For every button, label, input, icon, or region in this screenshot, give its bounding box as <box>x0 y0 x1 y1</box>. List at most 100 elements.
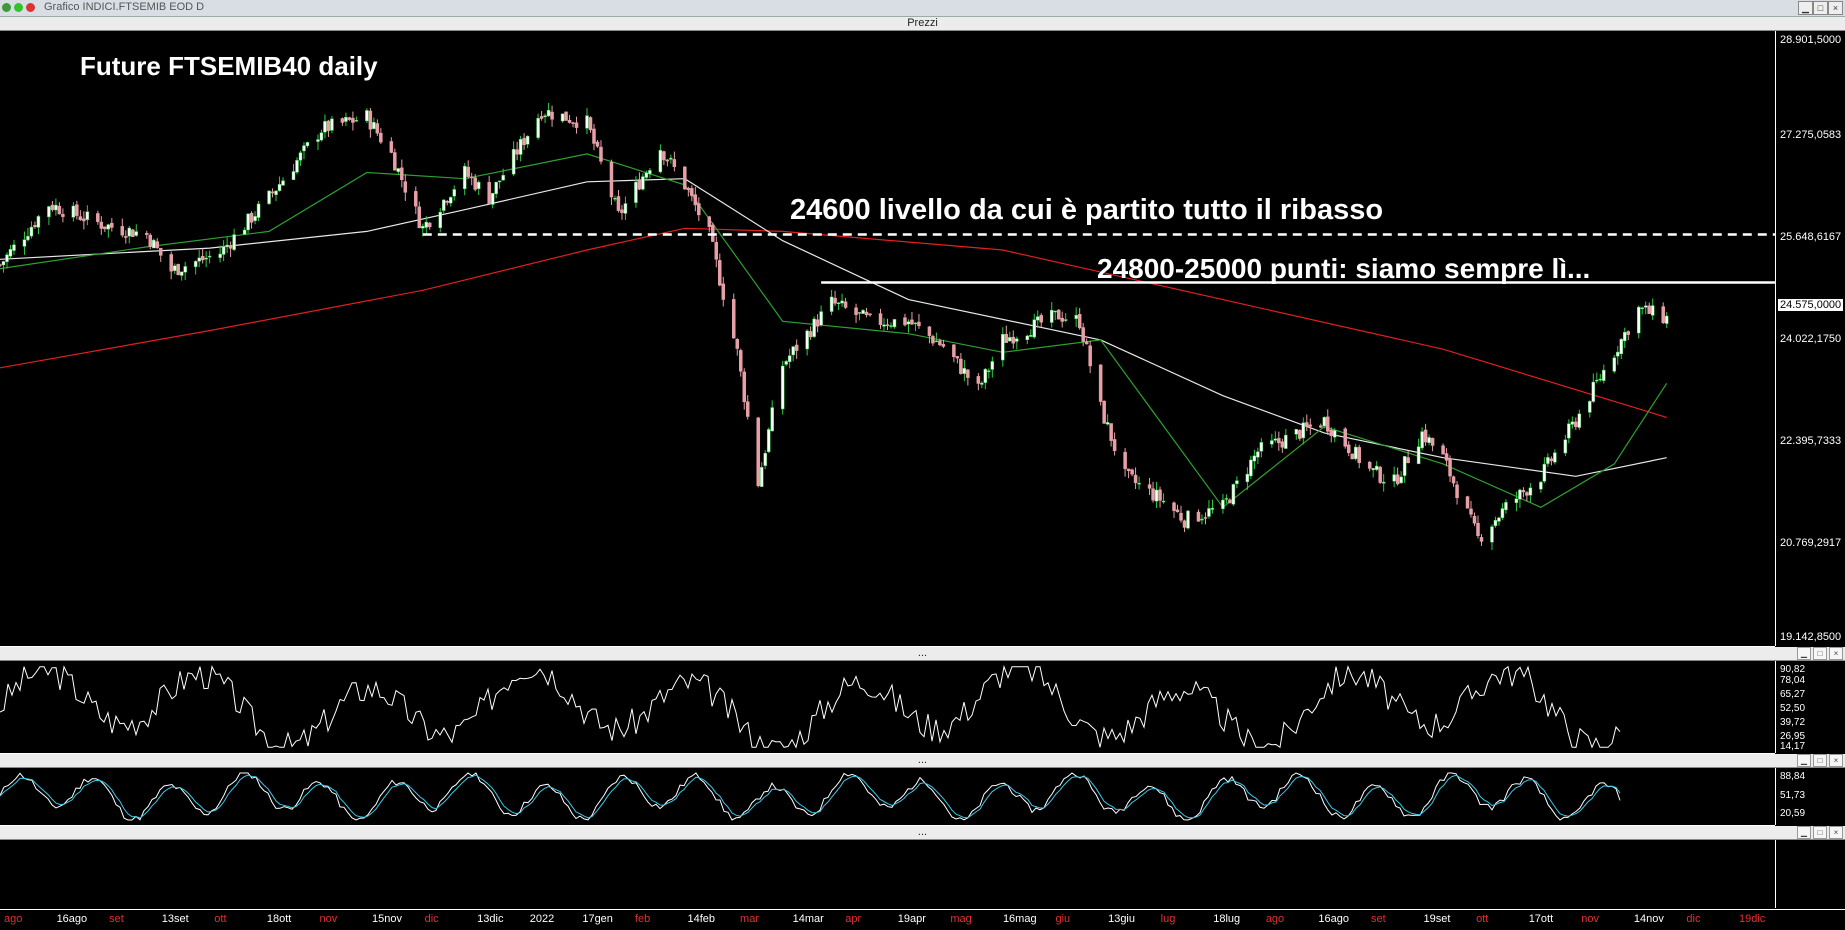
x-tick-label: ott <box>1476 913 1489 925</box>
y-tick-label: 28.901,5000 <box>1780 34 1842 46</box>
candle-body <box>567 119 572 123</box>
pane-close-icon[interactable]: × <box>1829 754 1843 767</box>
rsi-pane-controls[interactable]: ▁ □ × <box>1797 647 1843 660</box>
close-button[interactable]: × <box>1828 1 1843 15</box>
candle-body <box>1280 441 1285 448</box>
stoch-pane-header[interactable]: ... ▁ □ × <box>0 754 1845 768</box>
pane-maximize-icon[interactable]: □ <box>1813 826 1827 839</box>
x-tick-label: 14mar <box>792 913 824 925</box>
minimize-button[interactable]: ▁ <box>1798 1 1813 15</box>
stoch-pane[interactable] <box>0 768 1775 826</box>
pane-close-icon[interactable]: × <box>1829 826 1843 839</box>
candle-body <box>5 254 9 263</box>
window-dot-2[interactable] <box>14 3 23 12</box>
candle-body <box>169 254 173 272</box>
candle-body <box>120 226 125 236</box>
y-tick-label: 88,84 <box>1780 771 1806 782</box>
candle-body <box>148 234 152 247</box>
candle-body <box>892 319 897 328</box>
candle-body <box>158 247 163 256</box>
maximize-button[interactable]: □ <box>1813 1 1828 15</box>
pane-minimize-icon[interactable]: ▁ <box>1797 754 1811 767</box>
empty-pane-controls[interactable]: ▁ □ × <box>1797 826 1843 839</box>
candle-body <box>1574 421 1578 427</box>
pane-maximize-icon[interactable]: □ <box>1813 647 1827 660</box>
candle-body <box>1595 379 1599 382</box>
price-y-axis[interactable]: 28.901,5000 27.275,0583 25.648,6167 24.5… <box>1775 31 1845 646</box>
candle-body <box>1577 413 1582 428</box>
candle-body <box>669 157 673 160</box>
candle-body <box>833 297 837 304</box>
price-pane-header[interactable]: Prezzi <box>0 17 1845 31</box>
x-tick-label: 14feb <box>687 913 716 925</box>
rsi-svg-line-1 <box>0 664 1621 749</box>
candle-body <box>983 368 988 383</box>
candle-body <box>305 142 310 147</box>
candle-body <box>1175 509 1180 513</box>
candle-body <box>494 181 498 195</box>
candle-body <box>103 226 107 230</box>
x-tick-label: 16ago <box>1318 913 1349 925</box>
candle-body <box>913 322 918 325</box>
candle-body <box>228 245 233 249</box>
candle-body <box>686 188 691 191</box>
x-tick-label: 2022 <box>529 913 555 925</box>
candle-body <box>518 139 523 155</box>
window-dot-1[interactable] <box>2 3 11 12</box>
price-pane[interactable]: Future FTSEMIB40 daily 24600 livello da … <box>0 31 1775 647</box>
candle-body <box>1374 465 1379 470</box>
rsi-chart[interactable] <box>0 661 1775 753</box>
candle-body <box>1332 430 1337 438</box>
candle-body <box>1612 357 1617 372</box>
candle-body <box>75 204 79 216</box>
pane-minimize-icon[interactable]: ▁ <box>1797 647 1811 660</box>
candle-body <box>987 370 991 372</box>
y-tick-label: 90,82 <box>1780 664 1806 675</box>
pane-minimize-icon[interactable]: ▁ <box>1797 826 1811 839</box>
candle-body <box>85 211 90 220</box>
rsi-pane[interactable] <box>0 661 1775 754</box>
empty-pane-header[interactable]: ... ▁ □ × <box>0 826 1845 840</box>
candle-body <box>1521 490 1526 493</box>
pane-maximize-icon[interactable]: □ <box>1813 754 1827 767</box>
stoch-pane-controls[interactable]: ▁ □ × <box>1797 754 1843 767</box>
candle-body <box>574 122 579 128</box>
candle-body <box>438 211 443 228</box>
candle-body <box>1616 351 1620 357</box>
candle-body <box>906 321 911 325</box>
candle-body <box>375 123 380 134</box>
candle-body <box>756 417 760 487</box>
candle-body <box>1249 459 1253 477</box>
pane-close-icon[interactable]: × <box>1829 647 1843 660</box>
candle-body <box>878 313 883 325</box>
candle-body <box>732 299 736 339</box>
price-chart[interactable] <box>0 31 1775 646</box>
stochastic-chart[interactable] <box>0 768 1775 825</box>
candle-body <box>613 198 617 200</box>
candle-body <box>54 204 58 211</box>
candle-body <box>1025 335 1030 340</box>
candle-body <box>246 213 250 231</box>
candle-body <box>735 339 740 349</box>
candle-body <box>50 204 55 210</box>
candle-body <box>225 244 229 248</box>
candle-body <box>808 331 813 338</box>
x-axis[interactable]: ago 16ago set 13set ott 18ott nov 15nov dic 13dic… <box>0 909 1845 930</box>
y-tick-label: 65,27 <box>1780 689 1806 700</box>
candle-body <box>99 221 104 229</box>
candle-body <box>861 309 865 314</box>
candle-body <box>400 167 404 181</box>
candle-body <box>1367 461 1372 469</box>
chart-title: Future FTSEMIB40 daily <box>80 51 378 81</box>
candle-body <box>1035 316 1040 321</box>
rsi-pane-header[interactable]: ... ▁ □ × <box>0 647 1845 661</box>
empty-pane[interactable] <box>0 840 1775 908</box>
candle-body <box>274 190 278 195</box>
candle-body <box>1416 446 1421 465</box>
rsi-y-axis[interactable]: 90,82 78,04 65,27 52,50 39,72 26,95 14,1… <box>1775 661 1845 753</box>
candle-body <box>840 300 844 304</box>
window-dot-3[interactable] <box>26 3 35 12</box>
stoch-y-axis[interactable]: 88,84 51,73 20,59 <box>1775 768 1845 825</box>
candle-body <box>1588 401 1592 413</box>
candle-body <box>82 218 86 222</box>
